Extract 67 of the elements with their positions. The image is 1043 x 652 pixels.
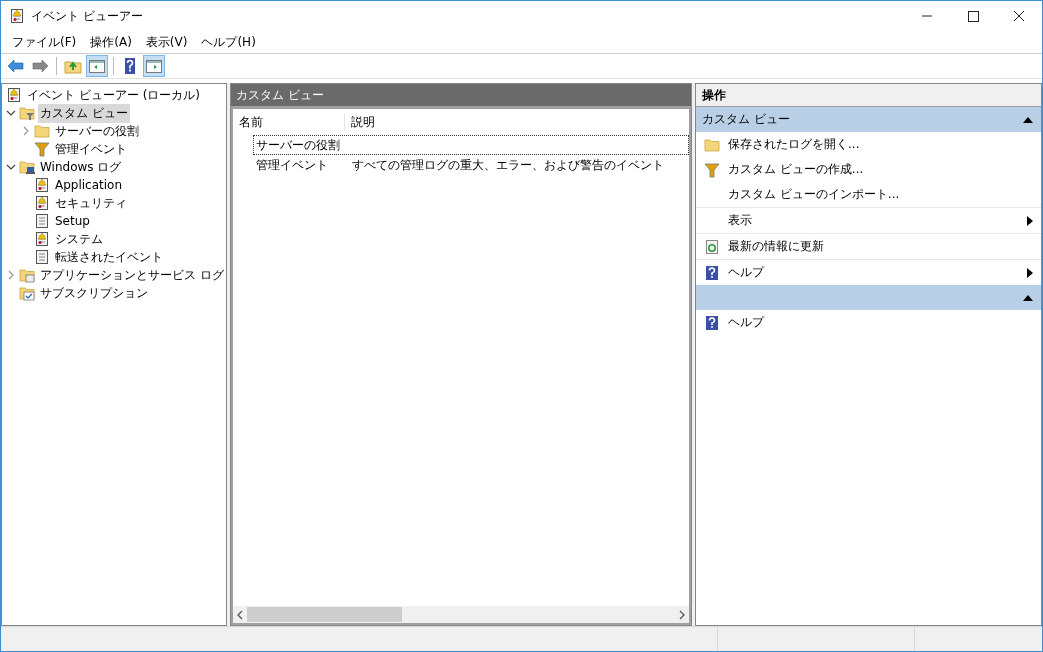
table-cell: すべての管理ログの重大、エラー、および警告のイベント [352,156,664,174]
warning-log-icon [34,195,50,211]
expand-chevron[interactable] [6,270,16,280]
tree-item[interactable]: 転送されたイベント [53,247,165,267]
action-link[interactable]: ヘルプ [728,264,764,281]
expand-chevron[interactable] [21,126,31,136]
collapse-chevron[interactable] [6,108,16,118]
pane-title: 操作 [696,84,1041,107]
tree-item[interactable]: システム [53,229,105,249]
tree-item[interactable]: カスタム ビュー [38,103,130,123]
tree-item[interactable]: イベント ビューアー (ローカル) [25,85,202,105]
list-row[interactable]: 管理イベント すべての管理ログの重大、エラー、および警告のイベント [253,155,689,175]
pane-title: カスタム ビュー [231,84,691,106]
folder-icon [19,159,35,175]
column-header[interactable]: 名前 [233,113,345,131]
scrollbar-thumb[interactable] [247,607,402,622]
tree-item[interactable]: Setup [53,213,92,229]
subscription-icon [19,285,35,301]
menu-item[interactable]: ヘルプ(H) [194,33,263,51]
table-cell-text: 管理イベント [255,156,329,174]
right-arrow-icon [31,57,49,75]
column-header[interactable]: 説明 [345,113,375,131]
warning-log-icon [34,231,50,247]
collapse-chevron[interactable] [6,162,16,172]
help-icon [704,264,720,281]
horizontal-scrollbar[interactable] [233,606,689,623]
action-link[interactable]: 表示 [728,212,752,229]
left-arrow-icon [7,57,25,75]
refresh-icon [704,238,720,255]
tree-item[interactable]: 管理イベント [53,139,129,159]
list-row[interactable]: サーバーの役割 [253,135,689,155]
log-icon [34,249,50,265]
action-link[interactable]: 保存されたログを開く... [728,136,860,153]
collapse-icon[interactable] [1023,294,1033,301]
menu-item[interactable]: 表示(V) [138,33,195,51]
help-icon [704,314,720,331]
collapse-icon[interactable] [1023,116,1033,123]
folder-icon [19,105,35,121]
tree-item[interactable]: サブスクリプション [38,283,150,303]
warning-log-icon [6,87,22,103]
action-link[interactable]: カスタム ビューの作成... [728,161,864,178]
action-link[interactable]: ヘルプ [728,314,764,331]
section-title: カスタム ビュー [702,111,790,128]
action-link[interactable]: 最新の情報に更新 [728,238,824,255]
folder-icon [704,136,720,153]
menu-item[interactable]: 操作(A) [83,33,139,51]
tree-item[interactable]: アプリケーションとサービス ログ [38,265,226,285]
action-pane-toggle[interactable] [143,55,165,77]
console-tree-toggle[interactable] [86,55,108,77]
pane-icon [88,57,106,75]
table-cell-text: サーバーの役割 [255,136,341,154]
funnel-icon [704,161,720,178]
warning-log-icon [9,8,25,24]
log-icon [34,213,50,229]
pane-icon [145,57,163,75]
tree-item[interactable]: セキュリティ [53,193,129,213]
section-header[interactable]: カスタム ビュー [696,107,1041,132]
tree-item[interactable]: Windows ログ [38,157,124,177]
window-title: イベント ビューアー [31,7,143,25]
warning-log-icon [34,177,50,193]
menu-item[interactable]: ファイル(F) [5,33,84,51]
tree-item[interactable]: Application [53,177,125,193]
funnel-icon [34,141,50,157]
action-link[interactable]: カスタム ビューのインポート... [728,186,900,203]
folder-icon [19,267,35,283]
folder-icon [34,123,50,139]
tree-item[interactable]: サーバーの役割 [53,121,141,141]
